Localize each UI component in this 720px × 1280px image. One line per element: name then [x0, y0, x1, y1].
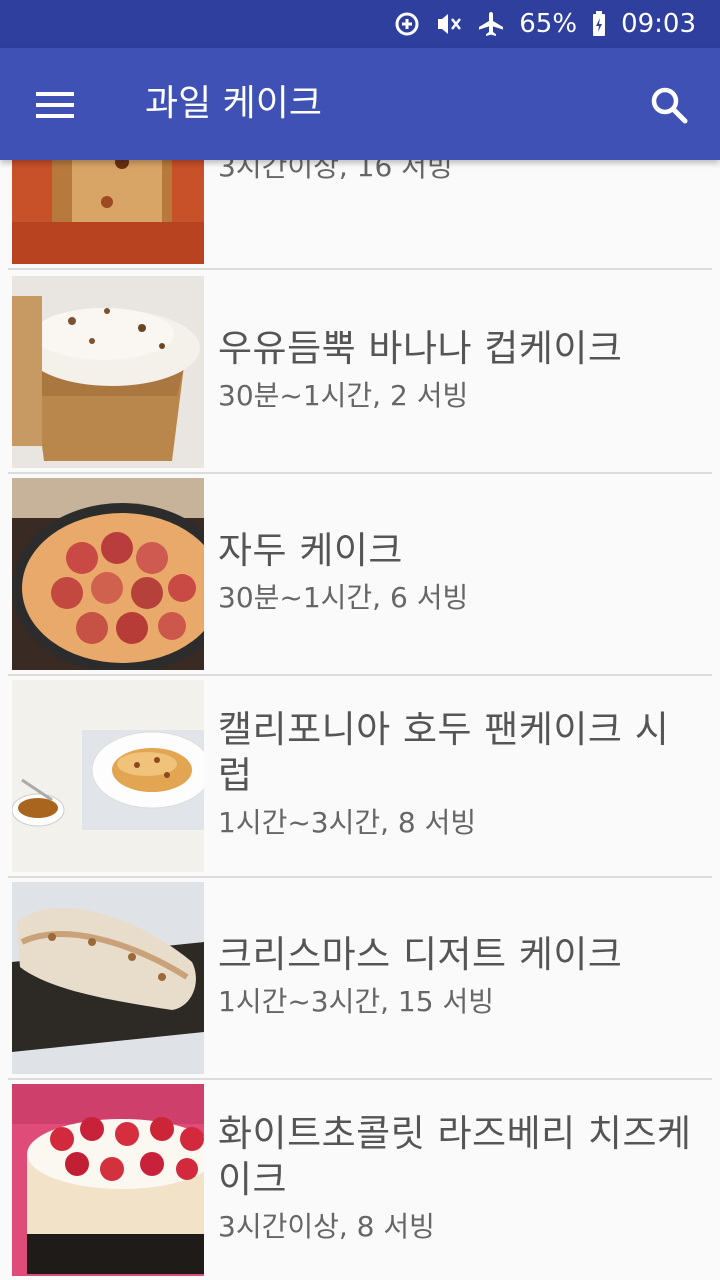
recipe-meta: 3시간이상, 8 서빙: [218, 1210, 435, 1243]
recipe-item[interactable]: 크리스마스 디저트 케이크 1시간~3시간, 15 서빙: [8, 878, 712, 1080]
page-title: 과일 케이크: [145, 83, 323, 124]
recipe-item[interactable]: 캘리포니아 호두 팬케이크 시럽 1시간~3시간, 8 서빙: [8, 676, 712, 878]
recipe-thumbnail: [12, 478, 204, 670]
recipe-thumbnail: [12, 882, 204, 1074]
recipe-item[interactable]: 자두 케이크 30분~1시간, 6 서빙: [8, 474, 712, 676]
recipe-thumbnail: [12, 680, 204, 872]
recipe-meta: 3시간이상, 16 서빙: [218, 160, 453, 183]
recipe-item[interactable]: 우유듬뿍 바나나 컵케이크 30분~1시간, 2 서빙: [8, 272, 712, 474]
search-icon: [651, 87, 688, 124]
recipe-title: 크리스마스 디저트 케이크: [218, 933, 623, 976]
airplane-icon: [477, 10, 505, 38]
hamburger-menu-icon: [36, 92, 74, 118]
recipe-meta: 1시간~3시간, 15 서빙: [218, 985, 494, 1018]
vibrate-mute-icon: [435, 10, 463, 38]
recipe-thumbnail: [12, 276, 204, 468]
recipe-title: 우유듬뿍 바나나 컵케이크: [218, 327, 623, 370]
clock: 09:03: [621, 9, 696, 39]
recipe-item[interactable]: 3시간이상, 16 서빙: [8, 160, 712, 270]
recipe-meta: 30분~1시간, 6 서빙: [218, 581, 469, 614]
status-bar: 65% 09:03: [0, 0, 720, 48]
app-bar: 과일 케이크: [0, 48, 720, 160]
battery-percent: 65%: [519, 9, 578, 39]
menu-button[interactable]: [26, 76, 84, 134]
recipe-meta: 30분~1시간, 2 서빙: [218, 379, 469, 412]
battery-charging-icon: [591, 10, 607, 38]
recipe-title: 캘리포니아 호두 팬케이크 시럽: [218, 708, 670, 797]
recipe-title: 화이트초콜릿 라즈베리 치즈케이크: [218, 1112, 692, 1201]
search-button[interactable]: [640, 76, 698, 134]
recipe-item[interactable]: 화이트초콜릿 라즈베리 치즈케이크 3시간이상, 8 서빙: [8, 1080, 712, 1280]
data-saver-icon: [393, 10, 421, 38]
recipe-thumbnail: [12, 1084, 204, 1276]
recipe-title: 자두 케이크: [218, 529, 403, 572]
recipe-list[interactable]: 3시간이상, 16 서빙 우유듬뿍 바나나 컵케이크 30분~1시간, 2 서빙…: [0, 160, 720, 1280]
recipe-meta: 1시간~3시간, 8 서빙: [218, 806, 477, 839]
recipe-thumbnail: [12, 160, 204, 264]
